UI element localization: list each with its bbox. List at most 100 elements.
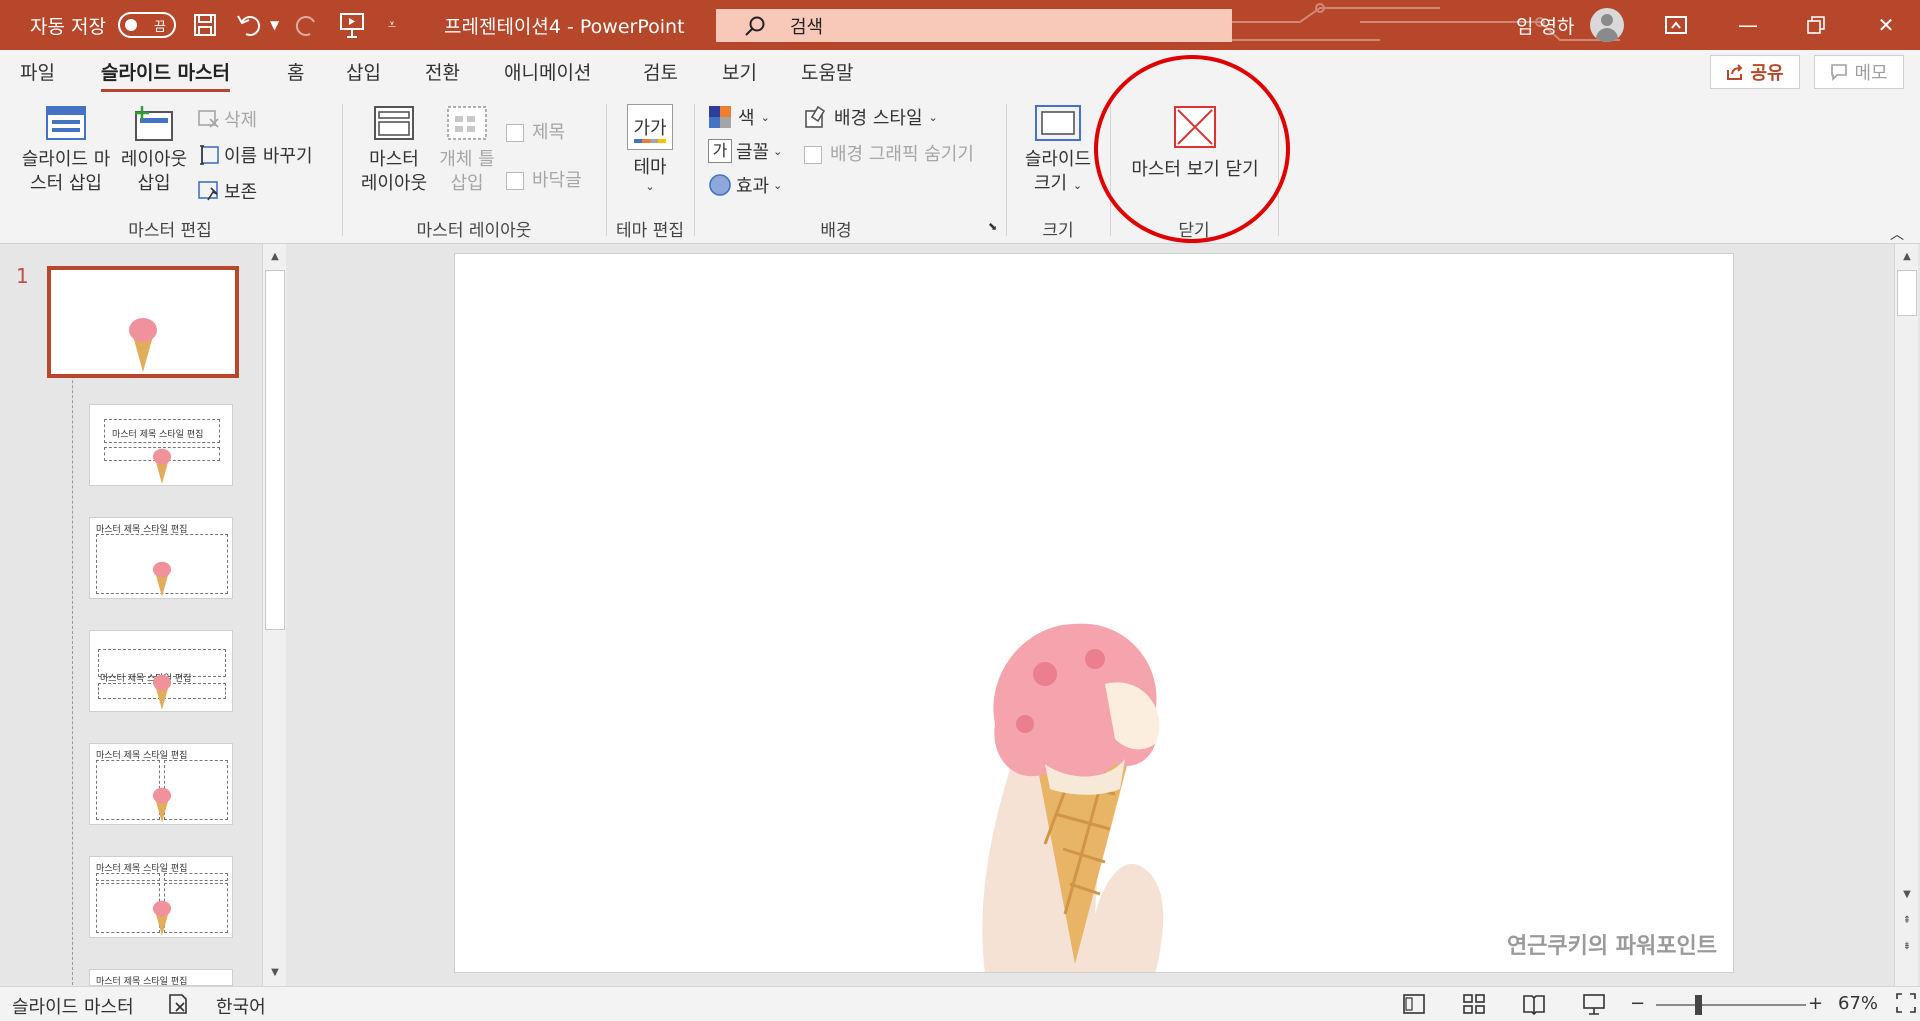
customize-toolbar-chevron-icon[interactable]: ⩡: [388, 0, 396, 50]
fonts-button[interactable]: 가 글꼴 ⌄: [708, 138, 782, 164]
accessibility-check-icon[interactable]: [168, 993, 190, 1020]
hide-background-graphics-checkbox[interactable]: 배경 그래픽 숨기기: [804, 140, 974, 166]
layout-thumbnail[interactable]: 마스터 제목 스타일 편집: [89, 404, 233, 486]
share-icon: [1727, 64, 1743, 80]
tab-slide-master[interactable]: 슬라이드 마스터: [101, 58, 230, 92]
layout-thumbnail[interactable]: 마스터 제목 스타일 편집: [89, 517, 233, 599]
theme-preview-icon: 가가: [627, 104, 673, 150]
delete-label: 삭제: [224, 110, 258, 131]
slide-scrollbar[interactable]: ▲ ▼ ⇞ ⇟: [1894, 244, 1918, 986]
tab-insert[interactable]: 삽입: [346, 58, 381, 88]
save-icon[interactable]: [192, 0, 218, 50]
insert-slide-master-button[interactable]: 슬라이드 마 스터 삽입: [14, 104, 118, 196]
normal-view-icon[interactable]: [1402, 993, 1426, 1020]
restore-icon[interactable]: [1788, 0, 1844, 50]
zoom-slider-handle[interactable]: [1695, 995, 1702, 1015]
insert-slide-master-label-1: 슬라이드 마: [21, 149, 111, 170]
share-button[interactable]: 공유: [1710, 55, 1800, 89]
tab-review[interactable]: 검토: [643, 58, 678, 88]
group-label-theme-edit: 테마 편집: [616, 221, 684, 241]
autosave-toggle[interactable]: 끔: [118, 0, 176, 50]
zoom-level[interactable]: 67%: [1838, 993, 1878, 1014]
slide-size-button[interactable]: 슬라이드 크기 ⌄: [1020, 104, 1096, 198]
avatar[interactable]: [1590, 8, 1624, 42]
insert-layout-label-1: 레이아웃: [120, 149, 188, 170]
collapse-ribbon-chevron-icon[interactable]: ︿: [1890, 224, 1904, 244]
tab-view[interactable]: 보기: [722, 58, 757, 88]
tab-home[interactable]: 홈: [287, 58, 304, 88]
layout-thumbnail-title: 마스터 제목 스타일 편집: [96, 977, 188, 986]
colors-button[interactable]: 색 ⌄: [708, 104, 770, 130]
close-window-icon[interactable]: ✕: [1858, 0, 1914, 50]
background-styles-label: 배경 스타일: [834, 108, 923, 129]
tab-animations[interactable]: 애니메이션: [504, 58, 591, 88]
scroll-up-arrow-icon[interactable]: ▲: [1896, 246, 1918, 266]
search-box[interactable]: 검색: [716, 9, 1232, 42]
layout-thumbnail[interactable]: 마스터 제목 스타일 편집: [89, 856, 233, 938]
slide-sorter-view-icon[interactable]: [1462, 993, 1486, 1020]
layout-thumbnail[interactable]: 마스터 제목 스타일 편집: [89, 630, 233, 712]
slide-size-icon: [1035, 105, 1081, 141]
present-from-start-icon[interactable]: [338, 0, 366, 50]
search-icon: [745, 16, 765, 36]
master-layout-label-2: 레이아웃: [360, 173, 428, 194]
delete-button[interactable]: 삭제: [198, 106, 257, 132]
next-slide-icon[interactable]: ⇟: [1896, 936, 1918, 956]
scrollbar-thumb[interactable]: [1897, 270, 1917, 316]
layout-thumbnail[interactable]: 마스터 제목 스타일 편집: [89, 969, 233, 986]
close-master-view-label: 마스터 보기 닫기: [1131, 159, 1259, 180]
rename-button[interactable]: 이름 바꾸기: [198, 142, 313, 168]
ribbon-separator: [1278, 104, 1279, 236]
tab-transitions[interactable]: 전환: [425, 58, 460, 88]
scroll-up-arrow-icon[interactable]: ▲: [264, 246, 286, 266]
footer-checkbox[interactable]: 바닥글: [506, 166, 582, 192]
insert-layout-button[interactable]: 레이아웃 삽입: [118, 104, 190, 196]
title-checkbox[interactable]: 제목: [506, 118, 565, 144]
autosave-label: 자동 저장: [30, 15, 106, 38]
format-background-launcher-icon[interactable]: ⬊: [988, 220, 997, 233]
slide-master-thumbnail[interactable]: [47, 266, 239, 378]
zoom-out-icon[interactable]: −: [1630, 993, 1645, 1014]
effects-button[interactable]: 효과 ⌄: [708, 172, 782, 198]
zoom-in-icon[interactable]: +: [1808, 993, 1823, 1014]
ribbon-display-options-icon[interactable]: [1648, 0, 1704, 50]
footer-checkbox-label: 바닥글: [532, 170, 582, 191]
slide-thumbnail-pane: 1 마스터 제목 스타일 편집 마스터 제목 스타일 편집 마스터 제목 스타일…: [0, 244, 288, 990]
scrollbar-thumb[interactable]: [265, 270, 285, 630]
ribbon-separator: [694, 104, 695, 236]
hide-background-graphics-box[interactable]: [804, 146, 822, 164]
scroll-down-arrow-icon[interactable]: ▼: [1896, 884, 1918, 904]
tab-file[interactable]: 파일: [20, 58, 55, 88]
scroll-down-arrow-icon[interactable]: ▼: [264, 962, 286, 982]
preserve-pin-icon: [198, 181, 218, 201]
footer-checkbox-box[interactable]: [506, 172, 524, 190]
background-styles-button[interactable]: 배경 스타일 ⌄: [804, 104, 938, 130]
reading-view-icon[interactable]: [1522, 993, 1546, 1020]
slide-size-chevron-icon: ⌄: [1072, 179, 1083, 192]
layout-thumbnail[interactable]: 마스터 제목 스타일 편집: [89, 743, 233, 825]
insert-layout-icon: [135, 106, 173, 141]
slide-show-view-icon[interactable]: [1582, 993, 1606, 1020]
undo-icon[interactable]: [236, 0, 266, 50]
redo-icon[interactable]: [294, 0, 320, 50]
master-layout-button[interactable]: 마스터 레이아웃: [356, 104, 432, 196]
fit-to-window-icon[interactable]: [1896, 993, 1916, 1018]
view-name-label: 슬라이드 마스터: [12, 997, 134, 1018]
memo-button[interactable]: 메모: [1814, 55, 1904, 89]
previous-slide-icon[interactable]: ⇞: [1896, 910, 1918, 930]
minimize-icon[interactable]: —: [1720, 0, 1776, 50]
themes-chevron-icon: ⌄: [645, 180, 655, 193]
close-master-view-button[interactable]: 마스터 보기 닫기: [1122, 106, 1268, 182]
thumbnail-scrollbar[interactable]: ▲ ▼: [262, 244, 286, 986]
preserve-button[interactable]: 보존: [198, 178, 257, 204]
themes-button[interactable]: 가가 테마 ⌄: [618, 104, 682, 193]
title-checkbox-box[interactable]: [506, 124, 524, 142]
tab-help[interactable]: 도움말: [801, 58, 853, 88]
zoom-slider[interactable]: [1656, 1004, 1806, 1006]
search-input[interactable]: 검색: [790, 13, 823, 39]
language-label[interactable]: 한국어: [216, 993, 266, 1019]
undo-dropdown-chevron-icon[interactable]: ▼: [270, 0, 279, 50]
fonts-icon: 가: [708, 139, 732, 163]
insert-placeholder-button[interactable]: 개체 틀 삽입: [434, 104, 500, 196]
slide-canvas[interactable]: 연근쿠키의 파워포인트: [454, 253, 1734, 973]
